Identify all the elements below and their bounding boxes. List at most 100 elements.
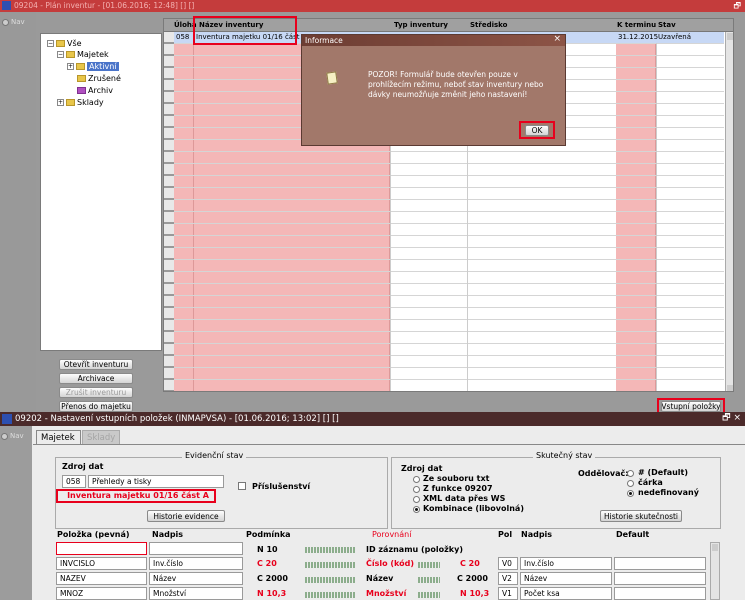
row1-polozka[interactable]: INVCISLO — [56, 557, 147, 570]
radio-xml[interactable] — [413, 496, 420, 503]
top-nav-label[interactable]: Nav — [11, 18, 25, 26]
tree-item-majetek[interactable]: − Majetek — [57, 49, 109, 59]
row0-porovnani: ID záznamu (položky) — [366, 545, 463, 554]
tree-expander[interactable]: − — [57, 50, 64, 58]
row3-pol[interactable]: V1 — [498, 587, 518, 600]
dialog-close-icon[interactable]: × — [553, 34, 561, 44]
historie-evidence-button[interactable]: Historie evidence — [147, 510, 225, 522]
zdroj-code-field[interactable]: 058 — [62, 475, 86, 488]
row2-nadpis[interactable]: Název — [149, 572, 243, 585]
dialog-ok-button[interactable]: OK — [525, 125, 549, 136]
tree-item-aktivni[interactable]: + Aktivní — [67, 61, 119, 71]
hdr-pol: Pol — [498, 530, 513, 539]
radio-carka[interactable] — [627, 480, 634, 487]
row1-pol[interactable]: V0 — [498, 557, 518, 570]
row2-polozka[interactable]: NAZEV — [56, 572, 147, 585]
zdroj-value-field[interactable]: Přehledy a tisky — [88, 475, 224, 488]
row1-dots2 — [418, 562, 440, 568]
col-sep — [656, 32, 657, 391]
row2-dots — [305, 577, 355, 583]
col-header-stav[interactable]: Stav — [658, 21, 676, 29]
tree-item-archiv[interactable]: Archiv — [77, 85, 113, 95]
row3-polozka[interactable]: MNOZ — [56, 587, 147, 600]
bottom-window: 09202 - Nastavení vstupních položek (INM… — [0, 412, 745, 600]
hdr-podminka: Podmínka — [246, 530, 291, 539]
scroll-down-icon[interactable] — [727, 385, 733, 391]
dialog-titlebar: Informace × — [302, 34, 565, 46]
tree-expander[interactable]: + — [57, 98, 64, 106]
row1-default[interactable] — [614, 557, 706, 570]
prislusenstvi-label: Příslušenství — [252, 482, 311, 491]
zrusit-inventuru-button[interactable]: Zrušit inventuru — [59, 387, 133, 398]
grid-header: Úloha Název inventury Typ inventury Stře… — [164, 19, 733, 32]
row0-dots — [305, 547, 355, 553]
row0-polozka[interactable] — [56, 542, 147, 555]
scroll-up-icon[interactable] — [712, 544, 718, 551]
radio-default[interactable] — [627, 470, 634, 477]
hdr-polozka: Položka (pevná) — [57, 530, 130, 539]
bottom-titlebar: 09202 - Nastavení vstupních položek (INM… — [0, 412, 745, 426]
row1-cond2: C 20 — [460, 559, 480, 568]
radio-funkce[interactable] — [413, 486, 420, 493]
window-controls-icon[interactable]: 🗗 × — [722, 412, 741, 425]
grid-scrollbar[interactable] — [725, 32, 733, 391]
prislusenstvi-checkbox[interactable] — [238, 482, 246, 490]
row1-nadpis[interactable]: Inv.číslo — [149, 557, 243, 570]
row-stav: Uzavřená — [658, 33, 691, 41]
folder-icon — [66, 50, 75, 58]
tree-expander[interactable]: − — [47, 39, 54, 47]
otevrit-inventuru-button[interactable]: Otevřít inventuru — [59, 359, 133, 370]
tree-item-zrusene[interactable]: Zrušené — [77, 73, 121, 83]
row2-dots2 — [418, 577, 440, 583]
row3-nadpis[interactable]: Množství — [149, 587, 243, 600]
row2-nadpis2[interactable]: Název — [520, 572, 612, 585]
row3-nadpis2[interactable]: Počet ksa — [520, 587, 612, 600]
col-header-typ[interactable]: Typ inventury — [394, 21, 448, 29]
scroll-up-icon[interactable] — [727, 33, 733, 40]
tree-label: Sklady — [77, 97, 104, 107]
tab-sklady[interactable]: Sklady — [82, 430, 120, 445]
tree-label: Zrušené — [88, 73, 121, 83]
row0-nadpis[interactable] — [149, 542, 243, 555]
row1-nadpis2[interactable]: Inv.číslo — [520, 557, 612, 570]
vstupni-polozky-button[interactable]: Vstupní položky — [661, 401, 721, 412]
dialog-title: Informace — [305, 36, 343, 45]
radio-txt[interactable] — [413, 476, 420, 483]
row2-pol[interactable]: V2 — [498, 572, 518, 585]
radio-kombinace[interactable] — [413, 506, 420, 513]
row2-default[interactable] — [614, 572, 706, 585]
bottom-nav-label[interactable]: Nav — [10, 432, 24, 440]
hdr-nadpis: Nadpis — [152, 530, 184, 539]
prenos-do-majetku-button[interactable]: Přenos do majetku — [59, 401, 133, 412]
col-header-termin[interactable]: K terminu — [617, 21, 656, 29]
tree-label: Vše — [67, 38, 82, 48]
bottom-scrollbar[interactable] — [710, 542, 720, 600]
folder-icon — [77, 86, 86, 94]
row1-podminka: C 20 — [257, 559, 277, 568]
dialog-message: POZOR! Formulář bude otevřen pouze v pro… — [368, 70, 544, 99]
restore-icon[interactable]: 🗗 — [733, 0, 741, 12]
radio-nedefinovany[interactable] — [627, 490, 634, 497]
archivace-button[interactable]: Archivace — [59, 373, 133, 384]
tree-item-vse[interactable]: − Vše — [47, 38, 82, 48]
col-header-nazev[interactable]: Název inventury — [199, 21, 263, 29]
historie-skutecnosti-button[interactable]: Historie skutečnosti — [600, 510, 682, 522]
nav-gear-icon[interactable] — [1, 433, 8, 440]
oddelovac-label: Oddělovač: — [578, 469, 629, 478]
row3-porovnani: Množství — [366, 589, 407, 598]
nav-gear-icon[interactable] — [2, 19, 9, 26]
evidencni-header: Evidenční stav — [182, 451, 247, 460]
col-header-uloha[interactable]: Úloha — [174, 21, 197, 29]
tree-item-sklady[interactable]: + Sklady — [57, 97, 104, 107]
radio-kombinace-label: Kombinace (libovolná) — [423, 504, 524, 513]
row-uloha: 058 — [176, 33, 190, 41]
tree-label: Majetek — [77, 49, 109, 59]
tab-majetek[interactable]: Majetek — [36, 430, 81, 445]
bottom-nav-strip: Nav — [0, 426, 32, 600]
folder-icon — [77, 74, 86, 82]
col-header-stredisko[interactable]: Středisko — [470, 21, 507, 29]
row3-default[interactable] — [614, 587, 706, 600]
folder-icon — [56, 39, 65, 47]
tree-expander[interactable]: + — [67, 62, 74, 70]
row3-dots2 — [418, 592, 440, 598]
